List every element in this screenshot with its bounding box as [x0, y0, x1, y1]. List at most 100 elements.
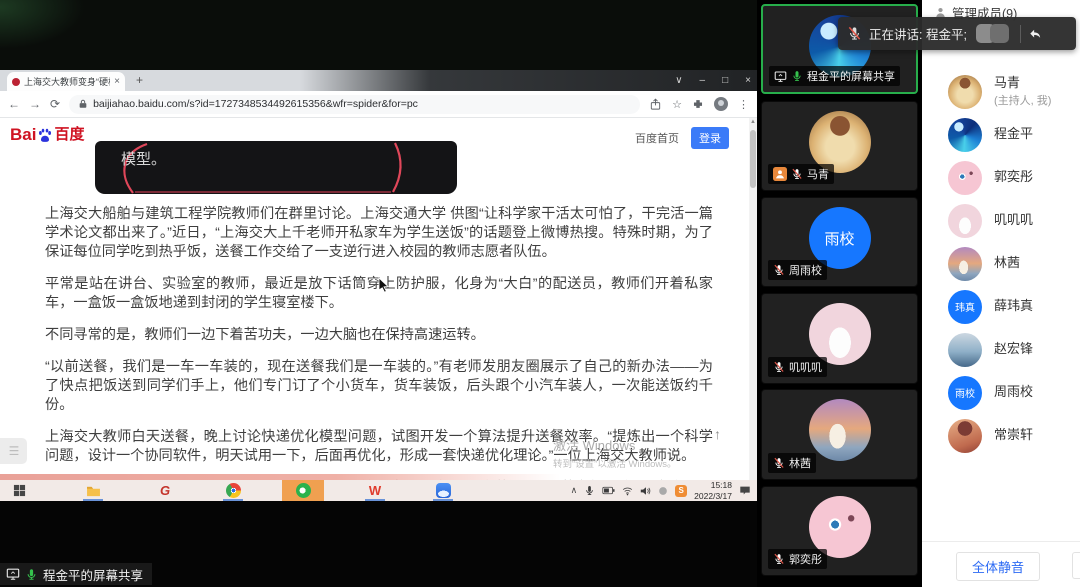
refresh-icon[interactable]: ⟳	[50, 97, 60, 111]
members-panel: 管理成员(9) 马青 (主持人, 我) 程金平 郭奕彤 叽叽叽	[922, 0, 1080, 587]
baidu-logo[interactable]: Bai 百度	[10, 126, 84, 143]
g-browser-icon: G	[160, 483, 170, 498]
video-tile-maqing[interactable]: 马青	[761, 101, 918, 191]
wps-button[interactable]: W	[358, 480, 392, 501]
member-name: 常崇轩	[994, 427, 1033, 443]
member-row[interactable]: 郭奕彤	[922, 156, 1080, 199]
mic-muted-icon	[791, 168, 803, 180]
activate-windows-watermark: 激活 Windows 转到“设置”以激活 Windows。	[553, 435, 677, 470]
reply-arrow-icon[interactable]	[1028, 27, 1042, 41]
tab-search-icon[interactable]: ∨	[675, 75, 682, 86]
speaking-toast-text: 正在讲话: 程金平;	[869, 24, 967, 43]
share-icon[interactable]	[649, 98, 662, 111]
mouse-cursor	[378, 277, 390, 293]
speaker-avatars	[976, 24, 1009, 43]
tile-name: 马青	[807, 166, 829, 182]
catalog-side-tab[interactable]: ☰	[0, 438, 27, 464]
monitor-icon	[6, 567, 20, 581]
mic-on-icon	[791, 70, 803, 82]
extensions-icon[interactable]	[692, 98, 704, 110]
member-row[interactable]: 雨校 周雨校	[922, 371, 1080, 414]
tray-s-icon[interactable]: S	[675, 485, 687, 497]
tile-label: 马青	[768, 164, 834, 184]
scrollbar-up-arrow[interactable]: ▲	[750, 119, 756, 125]
member-row[interactable]: 常崇轩	[922, 414, 1080, 457]
lock-icon	[78, 99, 88, 109]
member-row[interactable]: 马青 (主持人, 我)	[922, 70, 1080, 113]
back-icon[interactable]: ←	[8, 97, 20, 111]
start-button[interactable]	[2, 480, 36, 501]
profile-avatar[interactable]	[714, 97, 728, 111]
speaking-toast: 正在讲话: 程金平;	[838, 17, 1076, 50]
scrollbar-thumb[interactable]	[750, 130, 756, 188]
tile-name: 周雨校	[789, 262, 822, 278]
mute-all-button[interactable]: 全体静音	[956, 552, 1040, 581]
minimize-button[interactable]: –	[700, 75, 706, 86]
screen-share-banner: 程金平的屏幕共享	[0, 563, 152, 585]
windows-logo-icon	[13, 484, 26, 497]
system-tray: ∧ S 15:18 2022/3/17	[571, 480, 757, 501]
mic-muted-icon	[773, 457, 785, 469]
toolbar-icons: ☆ ⋮	[649, 97, 749, 111]
windows-taskbar: G W ∧ S 15:18 2022/3/17	[0, 480, 757, 501]
meeting-window: 上海交大教师变身“硬核大白”.. × + ∨ – □ × ← → ⟳ baij	[0, 0, 1080, 587]
folder-icon	[86, 485, 101, 497]
meeting-app-button[interactable]	[282, 480, 324, 501]
avatar	[809, 399, 871, 461]
shared-screen-region: 上海交大教师变身“硬核大白”.. × + ∨ – □ × ← → ⟳ baij	[0, 0, 757, 587]
member-name: 薛玮真	[994, 298, 1033, 314]
login-button[interactable]: 登录	[691, 127, 729, 149]
video-tile-jijiji[interactable]: 叽叽叽	[761, 293, 918, 384]
browser-tab[interactable]: 上海交大教师变身“硬核大白”.. ×	[7, 72, 125, 91]
members-panel-footer: 全体静音	[922, 541, 1080, 587]
g-browser-button[interactable]: G	[148, 480, 182, 501]
address-bar[interactable]: baijiahao.baidu.com/s?id=172734853449261…	[69, 95, 640, 114]
forward-icon[interactable]: →	[29, 97, 41, 111]
video-tile-linqian[interactable]: 林茜	[761, 389, 918, 480]
member-row[interactable]: 林茜	[922, 242, 1080, 285]
partial-button-edge[interactable]	[1072, 552, 1080, 579]
member-row[interactable]: 玮真 薛玮真	[922, 285, 1080, 328]
file-explorer-button[interactable]	[76, 480, 110, 501]
article-hero-image: 模型。	[95, 141, 457, 194]
tab-close-icon[interactable]: ×	[114, 76, 120, 87]
new-tab-button[interactable]: +	[136, 73, 143, 87]
baidu-home-link[interactable]: 百度首页	[635, 130, 679, 146]
avatar: 玮真	[948, 290, 982, 324]
taskbar-clock[interactable]: 15:18 2022/3/17	[694, 480, 732, 501]
bookmark-star-icon[interactable]: ☆	[672, 98, 682, 111]
baidu-header-right: 百度首页 登录	[635, 127, 729, 149]
notification-icon[interactable]	[739, 485, 751, 496]
member-row[interactable]: 叽叽叽	[922, 199, 1080, 242]
wifi-icon[interactable]	[622, 486, 633, 496]
page-scrollbar[interactable]: ▲	[749, 118, 757, 480]
mic-on-icon	[25, 568, 38, 581]
video-tile-zhouyuxiao[interactable]: 雨校 周雨校	[761, 197, 918, 287]
desktop-wallpaper	[0, 0, 757, 70]
member-row[interactable]: 程金平	[922, 113, 1080, 156]
menu-dots-icon[interactable]: ⋮	[738, 98, 749, 111]
browser-toolbar: ← → ⟳ baijiahao.baidu.com/s?id=172734853…	[0, 91, 757, 118]
chrome-button[interactable]	[216, 480, 250, 501]
tile-name: 郭奕彤	[789, 551, 822, 567]
list-icon: ☰	[9, 444, 19, 458]
tile-label: 程金平的屏幕共享	[769, 66, 900, 86]
close-button[interactable]: ×	[745, 75, 751, 86]
tray-gray-icon[interactable]	[658, 486, 668, 496]
tray-mic-icon[interactable]	[584, 485, 595, 496]
battery-icon[interactable]	[602, 486, 615, 495]
volume-icon[interactable]	[640, 486, 651, 496]
avatar	[948, 75, 982, 109]
maximize-button[interactable]: □	[722, 75, 728, 86]
member-row[interactable]: 赵宏锋	[922, 328, 1080, 371]
tile-name: 程金平的屏幕共享	[807, 68, 895, 84]
blue-app-button[interactable]	[426, 480, 460, 501]
video-tile-guoyitong[interactable]: 郭奕彤	[761, 486, 918, 576]
member-name: 马青	[994, 75, 1051, 91]
member-name: 郭奕彤	[994, 169, 1033, 185]
article-paragraph: 上海交大船舶与建筑工程学院教师们在群里讨论。上海交通大学 供图“让科学家干活太可…	[45, 205, 713, 262]
member-name: 程金平	[994, 126, 1033, 142]
tile-label: 林茜	[768, 453, 816, 473]
tray-expand-icon[interactable]: ∧	[571, 485, 578, 496]
back-to-top-icon[interactable]: ↑	[714, 426, 721, 442]
